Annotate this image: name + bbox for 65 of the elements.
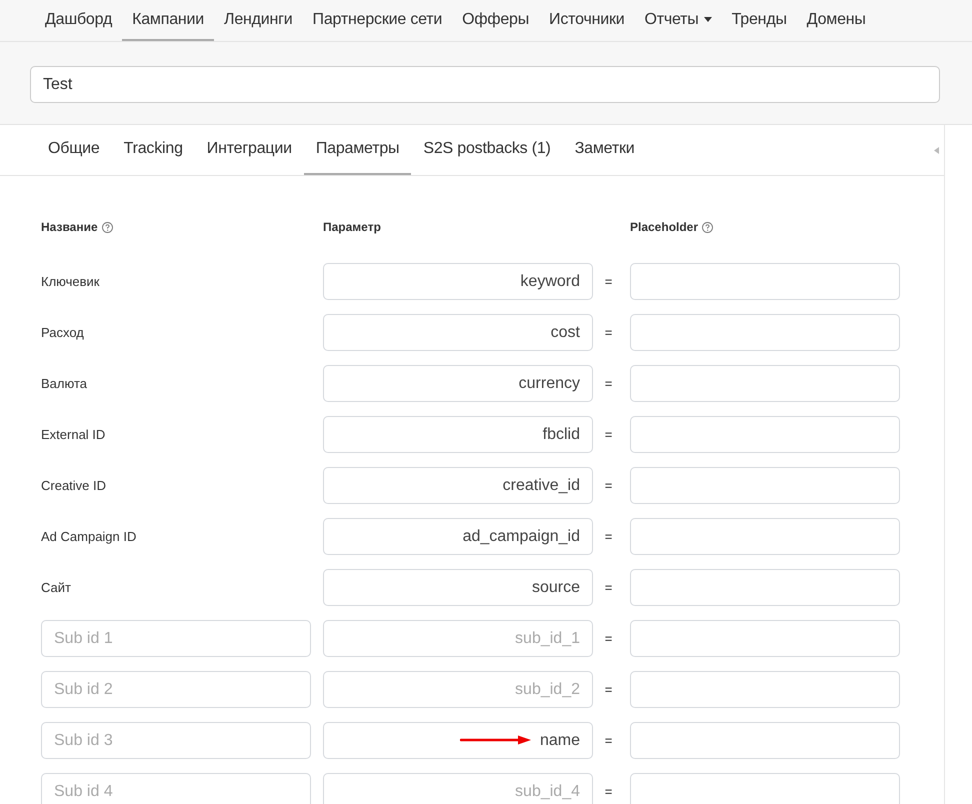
- equals-sign: =: [604, 478, 614, 493]
- nav-tab[interactable]: Тренды: [722, 0, 797, 41]
- equals-sign: =: [604, 682, 614, 697]
- parameter-name: Сайт: [41, 580, 71, 594]
- equals-sign: =: [604, 529, 614, 544]
- parameter-field[interactable]: currency: [323, 365, 593, 402]
- nav-tab[interactable]: Отчеты: [634, 0, 722, 41]
- tab[interactable]: Параметры: [304, 125, 412, 175]
- help-icon[interactable]: [102, 222, 113, 232]
- parameter-field[interactable]: ad_campaign_id: [323, 518, 593, 555]
- equals-sign: =: [604, 580, 614, 595]
- parameter-name: External ID: [41, 426, 106, 442]
- parameter-field[interactable]: fbclid: [323, 416, 593, 453]
- campaign-name-field[interactable]: Test: [30, 66, 940, 103]
- nav-tab[interactable]: Домены: [796, 0, 876, 41]
- placeholder-field[interactable]: [630, 671, 900, 708]
- parameter-name: Расход: [41, 324, 84, 340]
- parameter-name: Ключевик: [41, 274, 100, 288]
- equals-sign: =: [604, 784, 614, 799]
- tab[interactable]: Tracking: [112, 125, 195, 175]
- parameter-field[interactable]: name: [323, 722, 593, 759]
- parameter-field[interactable]: creative_id: [323, 467, 593, 504]
- parameter-name: Валюта: [41, 376, 87, 390]
- nav-tab[interactable]: Партнерские сети: [302, 0, 452, 41]
- placeholder-field[interactable]: [630, 773, 900, 804]
- parameter-field[interactable]: cost: [323, 314, 593, 351]
- equals-sign: =: [604, 631, 614, 646]
- parameter-field[interactable]: source: [323, 569, 593, 606]
- nav-tab[interactable]: Лендинги: [214, 0, 303, 41]
- column-header: Параметр: [323, 220, 381, 234]
- sub-id-field[interactable]: Sub id 3: [41, 722, 311, 759]
- nav-tab[interactable]: Дашборд: [35, 0, 122, 41]
- tab[interactable]: Заметки: [562, 125, 646, 175]
- nav-tab[interactable]: Офферы: [452, 0, 540, 41]
- parameter-field[interactable]: sub_id_4: [323, 773, 593, 804]
- sub-id-field[interactable]: Sub id 4: [41, 773, 311, 804]
- parameter-field[interactable]: sub_id_1: [323, 620, 593, 657]
- tab[interactable]: Общие: [36, 125, 112, 175]
- parameter-name: Ad Campaign ID: [41, 528, 136, 544]
- equals-sign: =: [604, 733, 614, 748]
- placeholder-field[interactable]: [630, 620, 900, 657]
- placeholder-field[interactable]: [630, 416, 900, 453]
- parameter-field[interactable]: keyword: [323, 263, 593, 300]
- parameter-name: Creative ID: [41, 478, 106, 492]
- sub-id-field[interactable]: Sub id 1: [41, 620, 311, 657]
- equals-sign: =: [604, 274, 614, 289]
- placeholder-field[interactable]: [630, 722, 900, 759]
- placeholder-field[interactable]: [630, 365, 900, 402]
- equals-sign: =: [604, 427, 614, 442]
- placeholder-field[interactable]: [630, 569, 900, 606]
- equals-sign: =: [604, 325, 614, 340]
- sub-id-field[interactable]: Sub id 2: [41, 671, 311, 708]
- nav-tab[interactable]: Источники: [539, 0, 634, 41]
- column-header: Placeholder: [630, 220, 698, 234]
- placeholder-field[interactable]: [630, 314, 900, 351]
- equals-sign: =: [604, 376, 614, 391]
- parameter-field[interactable]: sub_id_2: [323, 671, 593, 708]
- tab[interactable]: S2S postbacks (1): [411, 125, 563, 175]
- help-icon[interactable]: [702, 222, 714, 232]
- column-header: Название: [41, 220, 98, 234]
- placeholder-field[interactable]: [630, 518, 900, 555]
- placeholder-field[interactable]: [630, 263, 900, 300]
- scroll-left-icon[interactable]: [934, 147, 939, 154]
- placeholder-field[interactable]: [630, 467, 900, 504]
- tab[interactable]: Интеграции: [194, 125, 304, 175]
